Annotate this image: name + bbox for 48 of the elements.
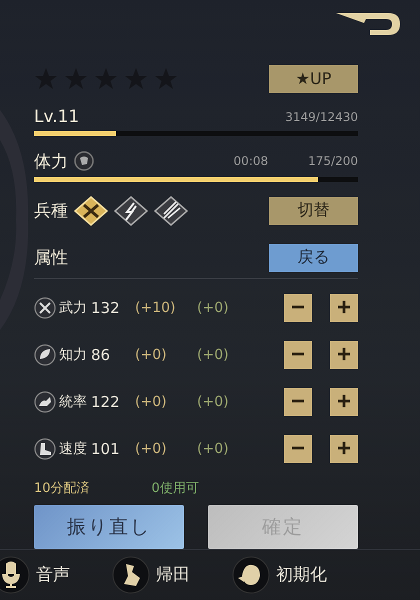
arrows-icon[interactable]	[154, 196, 188, 226]
stamina-timer: 00:08	[234, 154, 268, 168]
level-label: Lv.11	[34, 106, 80, 127]
plus-button[interactable]: +	[330, 434, 358, 463]
minus-button[interactable]: −	[284, 388, 312, 416]
allocated-points: 10分配済	[34, 480, 90, 497]
exp-reading: 3149/12430	[285, 110, 358, 124]
lightning-icon[interactable]	[114, 196, 148, 226]
attributes-title: 属性	[34, 247, 68, 270]
attribute-name: 知力	[59, 346, 87, 364]
star-up-button[interactable]: ★UP	[269, 64, 358, 93]
attribute-name: 速度	[59, 440, 87, 458]
attribute-bonus: (+0)	[135, 346, 168, 363]
attribute-bonus: (+0)	[135, 440, 168, 457]
minus-button[interactable]: −	[284, 294, 312, 322]
minus-button[interactable]: −	[284, 340, 312, 369]
plus-button[interactable]: +	[330, 340, 358, 369]
stamina-reading: 175/200	[308, 154, 358, 168]
microphone-icon[interactable]	[0, 556, 30, 594]
attribute-name: 武力	[59, 298, 87, 317]
attribute-added: (+0)	[197, 440, 229, 457]
troop-label: 兵種	[34, 200, 68, 222]
attribute-added: (+0)	[197, 394, 229, 410]
switch-button[interactable]: 切替	[269, 196, 358, 225]
attribute-bonus: (+0)	[135, 394, 168, 410]
stamina-icon	[74, 151, 94, 172]
bottom-label: 帰田	[156, 564, 190, 586]
attribute-value: 132	[91, 298, 121, 317]
minus-button[interactable]: −	[284, 434, 312, 463]
stamina-label: 体力	[34, 150, 68, 173]
crossed-swords-icon	[34, 296, 56, 319]
leaf-icon	[34, 344, 56, 366]
bottom-label: 初期化	[276, 564, 327, 586]
boot-icon	[34, 438, 56, 460]
attribute-added: (+0)	[197, 300, 229, 316]
reroll-button[interactable]: 振り直し	[34, 504, 184, 549]
attribute-added: (+0)	[197, 346, 229, 363]
attribute-value: 86	[91, 346, 112, 364]
attribute-bonus: (+10)	[135, 300, 176, 316]
back-button[interactable]: 戻る	[269, 244, 358, 272]
attribute-name: 統率	[59, 392, 87, 411]
plus-button[interactable]: +	[330, 388, 358, 416]
crossed-axes-icon[interactable]	[74, 196, 108, 226]
attribute-value: 101	[91, 440, 121, 458]
attribute-value: 122	[91, 392, 121, 411]
plus-button[interactable]: +	[330, 294, 358, 322]
available-points: 0使用可	[152, 480, 199, 497]
bottom-label: 音声	[36, 564, 70, 586]
